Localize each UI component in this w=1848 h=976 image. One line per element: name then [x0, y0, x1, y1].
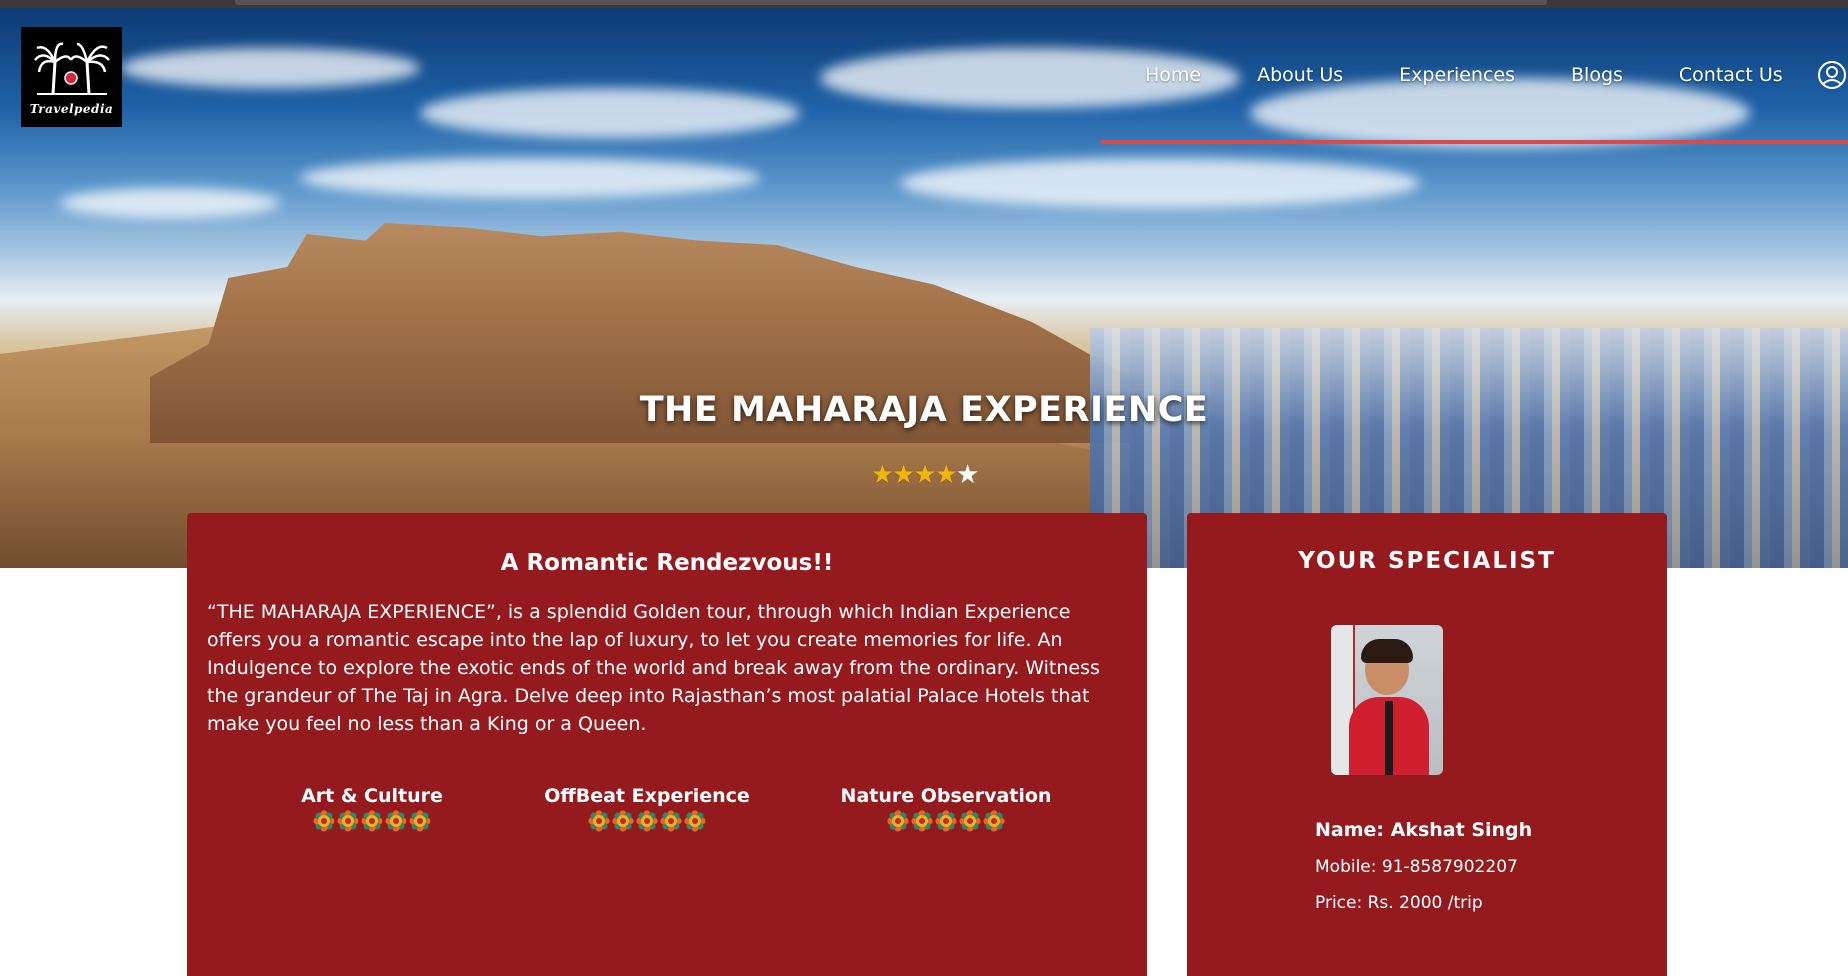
browser-top-strip — [0, 0, 1848, 8]
page-title: THE MAHARAJA EXPERIENCE — [639, 390, 1209, 430]
specialist-mobile: Mobile: 91-8587902207 — [1315, 857, 1518, 877]
hero-star-rating: ★★★★★ — [0, 462, 1848, 488]
nav-blogs[interactable]: Blogs — [1571, 64, 1623, 86]
brand-logo-text: Travelpedia — [29, 102, 114, 116]
feature-rating — [527, 809, 767, 833]
tour-description-card: A Romantic Rendezvous!! “THE MAHARAJA EX… — [187, 513, 1147, 976]
flower-rating-icon — [983, 810, 1005, 832]
flower-rating-icon — [887, 810, 909, 832]
tour-heading: A Romantic Rendezvous!! — [500, 550, 834, 576]
horizontal-scrollbar[interactable] — [235, 0, 1547, 5]
flower-rating-icon — [636, 810, 658, 832]
flower-rating-icon — [409, 810, 431, 832]
flower-rating-icon — [385, 810, 407, 832]
palm-trees-logo-icon — [33, 42, 110, 95]
feature-rating — [282, 809, 462, 833]
flower-rating-icon — [935, 810, 957, 832]
specialist-price: Price: Rs. 2000 /trip — [1315, 893, 1483, 913]
feature-art-culture: Art & Culture — [282, 785, 462, 833]
flower-rating-icon — [959, 810, 981, 832]
feature-label: Nature Observation — [840, 785, 1052, 807]
specialist-card: YOUR SPECIALIST Name: Akshat Singh Mobil… — [1187, 513, 1667, 976]
feature-label: Art & Culture — [301, 785, 443, 807]
feature-label: OffBeat Experience — [544, 785, 750, 807]
tour-features: Art & Culture OffBeat Experience Nature … — [187, 785, 1147, 845]
star-empty-icon: ★ — [955, 460, 979, 490]
specialist-name: Name: Akshat Singh — [1315, 819, 1533, 841]
star-filled-icon: ★ — [913, 460, 936, 490]
star-filled-icon: ★ — [870, 460, 894, 490]
specialist-title: YOUR SPECIALIST — [1298, 548, 1556, 574]
star-filled-icon: ★ — [892, 460, 915, 490]
nav-about-us[interactable]: About Us — [1257, 64, 1343, 86]
user-circle-icon[interactable] — [1817, 60, 1847, 90]
flower-rating-icon — [313, 810, 335, 832]
main-nav: Home About Us Experiences Blogs Contact … — [1145, 60, 1847, 90]
flower-rating-icon — [588, 810, 610, 832]
nav-underline — [1101, 140, 1848, 144]
nav-contact-us[interactable]: Contact Us — [1679, 64, 1783, 86]
tour-description: “THE MAHARAJA EXPERIENCE”, is a splendid… — [207, 601, 1100, 735]
flower-rating-icon — [911, 810, 933, 832]
feature-rating — [821, 809, 1071, 833]
flower-rating-icon — [684, 810, 706, 832]
specialist-photo — [1331, 625, 1443, 775]
flower-rating-icon — [612, 810, 634, 832]
nav-home[interactable]: Home — [1145, 64, 1201, 86]
flower-rating-icon — [660, 810, 682, 832]
feature-nature-observation: Nature Observation — [821, 785, 1071, 833]
star-filled-icon: ★ — [934, 460, 958, 490]
flower-rating-icon — [361, 810, 383, 832]
feature-offbeat-experience: OffBeat Experience — [527, 785, 767, 833]
flower-rating-icon — [337, 810, 359, 832]
nav-experiences[interactable]: Experiences — [1399, 64, 1515, 86]
brand-logo[interactable]: Travelpedia — [21, 27, 122, 127]
